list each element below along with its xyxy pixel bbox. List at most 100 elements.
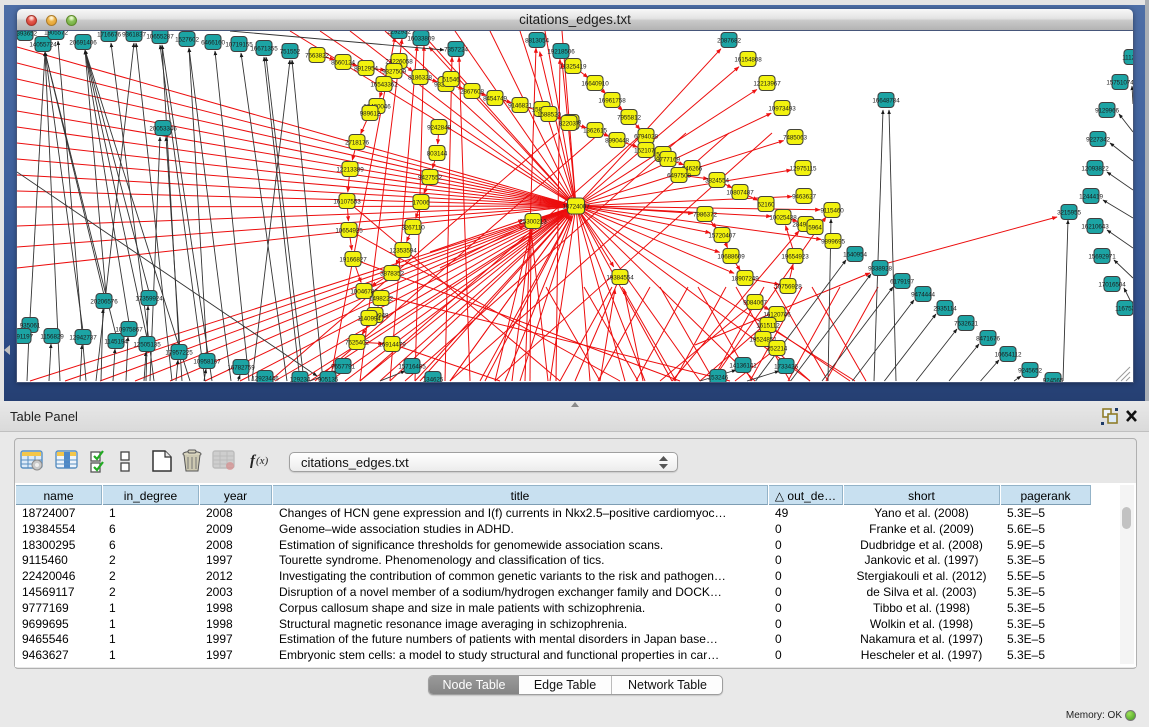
svg-text:8912954: 8912954 <box>354 65 378 72</box>
svg-text:9427552: 9427552 <box>418 174 442 181</box>
svg-text:1244419: 1244419 <box>1079 193 1103 200</box>
svg-text:15751074: 15751074 <box>1106 79 1133 86</box>
svg-text:18724007: 18724007 <box>562 203 590 210</box>
svg-text:12975115: 12975115 <box>790 165 817 172</box>
svg-text:17957225: 17957225 <box>165 349 193 356</box>
svg-text:1145194: 1145194 <box>104 338 128 345</box>
svg-text:8990448: 8990448 <box>605 137 629 144</box>
svg-text:17006: 17006 <box>412 199 430 206</box>
svg-text:9327509: 9327509 <box>382 68 406 75</box>
svg-text:1498222: 1498222 <box>369 295 393 302</box>
svg-text:15716485: 15716485 <box>398 363 426 370</box>
svg-text:16154808: 16154808 <box>734 56 762 63</box>
svg-text:16107553: 16107553 <box>333 198 361 205</box>
svg-text:17359924: 17359924 <box>135 295 163 302</box>
svg-text:10654925: 10654925 <box>335 227 363 234</box>
svg-text:62160: 62160 <box>757 201 775 208</box>
svg-text:9361837: 9361837 <box>122 31 146 38</box>
svg-text:16782759: 16782759 <box>227 364 255 371</box>
svg-text:2087682: 2087682 <box>717 37 741 44</box>
svg-text:19384554: 19384554 <box>606 274 634 281</box>
svg-text:2935114: 2935114 <box>933 305 957 312</box>
svg-text:16210643: 16210643 <box>1081 223 1109 230</box>
svg-text:10025438: 10025438 <box>769 214 797 221</box>
svg-text:3878352: 3878352 <box>380 270 404 277</box>
svg-text:7986372: 7986372 <box>693 211 717 218</box>
svg-text:1905572: 1905572 <box>44 31 68 36</box>
svg-text:8813054: 8813054 <box>525 37 549 44</box>
svg-text:2718176: 2718176 <box>345 139 369 146</box>
svg-text:5964: 5964 <box>808 224 822 231</box>
svg-text:252214: 252214 <box>767 345 788 352</box>
svg-text:153246: 153246 <box>708 374 729 381</box>
svg-text:9899695: 9899695 <box>821 238 845 245</box>
svg-text:10655287: 10655287 <box>146 33 174 40</box>
svg-text:16543362: 16543362 <box>370 81 398 88</box>
svg-text:1527602: 1527602 <box>175 36 199 43</box>
svg-text:20691406: 20691406 <box>69 39 97 46</box>
svg-text:16648784: 16648784 <box>872 97 900 104</box>
svg-text:19166827: 19166827 <box>339 256 367 263</box>
svg-text:9338928: 9338928 <box>868 265 892 272</box>
svg-text:6179197: 6179197 <box>890 278 914 285</box>
svg-text:19218506: 19218506 <box>547 48 575 55</box>
svg-text:7625402: 7625402 <box>345 339 369 346</box>
svg-text:1140994: 1140994 <box>357 315 381 322</box>
svg-text:51546: 51546 <box>442 76 460 83</box>
svg-text:803144: 803144 <box>427 150 448 157</box>
svg-text:12213389: 12213389 <box>336 166 364 173</box>
svg-text:9129966: 9129966 <box>1095 107 1119 114</box>
svg-text:16961758: 16961758 <box>598 97 626 104</box>
svg-text:1362615: 1362615 <box>583 127 607 134</box>
svg-text:9463627: 9463627 <box>792 193 816 200</box>
svg-text:6794028: 6794028 <box>634 133 658 140</box>
svg-text:10973493: 10973493 <box>768 105 796 112</box>
svg-text:16640910: 16640910 <box>581 80 609 87</box>
svg-text:9146821: 9146821 <box>508 102 532 109</box>
svg-text:16671355: 16671355 <box>250 45 278 52</box>
svg-text:7663822: 7663822 <box>305 52 329 59</box>
svg-text:6466160: 6466160 <box>201 39 225 46</box>
svg-text:116753: 116753 <box>1115 305 1133 312</box>
svg-text:11325419: 11325419 <box>560 63 587 70</box>
svg-text:1640954: 1640954 <box>843 251 867 258</box>
svg-text:20206576: 20206576 <box>90 298 118 305</box>
svg-text:3824554: 3824554 <box>705 177 729 184</box>
svg-text:12505135: 12505135 <box>133 341 161 348</box>
svg-text:12942737: 12942737 <box>69 334 97 341</box>
svg-text:10807487: 10807487 <box>726 189 754 196</box>
svg-text:7357224: 7357224 <box>444 46 468 53</box>
svg-text:19654923: 19654923 <box>781 253 809 260</box>
svg-text:8186328: 8186328 <box>408 74 432 81</box>
svg-text:9084067: 9084067 <box>743 299 767 306</box>
svg-text:1156829: 1156829 <box>40 333 64 340</box>
svg-text:129234: 129234 <box>290 376 311 382</box>
svg-text:(x): (x) <box>256 455 269 467</box>
svg-text:10688609: 10688609 <box>717 253 745 260</box>
svg-text:751552: 751552 <box>280 48 301 55</box>
svg-text:16914479: 16914479 <box>378 341 406 348</box>
svg-text:9777169: 9777169 <box>656 156 680 163</box>
svg-text:12353594: 12353594 <box>389 247 417 254</box>
svg-text:111209: 111209 <box>1122 54 1133 61</box>
svg-text:10719155: 10719155 <box>225 41 253 48</box>
svg-text:7955812: 7955812 <box>617 114 641 121</box>
svg-text:1615112: 1615112 <box>756 322 780 329</box>
svg-text:12093822: 12093822 <box>1081 165 1109 172</box>
svg-text:25300213: 25300213 <box>519 218 547 225</box>
svg-text:8660124: 8660124 <box>331 59 355 66</box>
svg-text:9227342: 9227342 <box>1086 136 1110 143</box>
svg-text:9657791: 9657791 <box>331 363 355 370</box>
svg-text:10756928: 10756928 <box>774 283 802 290</box>
svg-text:8454749: 8454749 <box>483 95 507 102</box>
svg-text:134625: 134625 <box>423 376 444 382</box>
svg-text:10654112: 10654112 <box>995 351 1022 358</box>
svg-text:2867608: 2867608 <box>460 88 484 95</box>
svg-text:12213967: 12213967 <box>753 80 781 87</box>
svg-text:15692971: 15692971 <box>1088 253 1116 260</box>
svg-text:12923446: 12923446 <box>251 375 279 382</box>
svg-text:10975867: 10975867 <box>115 326 143 333</box>
svg-text:1716676: 1716676 <box>97 31 121 38</box>
svg-text:9474444: 9474444 <box>911 291 935 298</box>
svg-text:14055724: 14055724 <box>29 41 57 48</box>
